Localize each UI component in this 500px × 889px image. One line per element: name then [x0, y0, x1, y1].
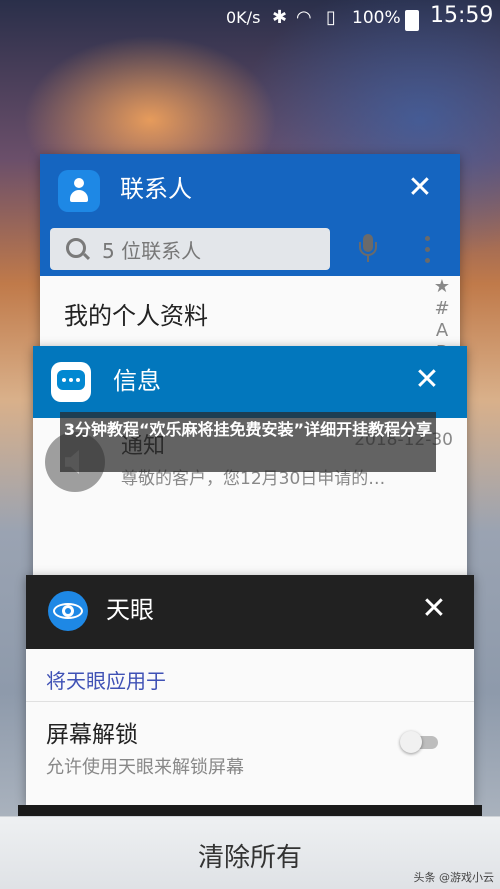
battery-percent: 100% — [352, 8, 401, 28]
mic-icon[interactable] — [358, 234, 378, 264]
section-header: 将天眼应用于 — [46, 669, 166, 693]
sim-icon: ▯ — [326, 7, 336, 28]
eye-app-icon — [48, 591, 88, 631]
person-icon — [70, 178, 88, 204]
index-letter[interactable]: ★ — [432, 276, 452, 298]
eye-pupil — [62, 605, 74, 617]
wifi-icon: ◠ — [296, 7, 312, 28]
search-input[interactable]: 5 位联系人 — [50, 228, 330, 270]
card-header: 信息 ✕ — [33, 346, 467, 418]
divider — [26, 701, 474, 702]
card-header: 联系人 ✕ — [40, 154, 460, 226]
close-icon[interactable]: ✕ — [409, 362, 445, 398]
app-title: 联系人 — [120, 175, 192, 203]
search-icon — [66, 238, 86, 258]
search-placeholder: 5 位联系人 — [102, 239, 202, 263]
contacts-app-icon — [58, 170, 100, 212]
app-title: 天眼 — [106, 596, 154, 624]
network-speed: 0K/s — [226, 8, 261, 27]
clear-all-button[interactable]: 清除所有 头条 @游戏小云 — [0, 816, 500, 889]
messages-app-icon — [51, 362, 91, 402]
setting-title[interactable]: 屏幕解锁 — [46, 715, 138, 749]
close-icon[interactable]: ✕ — [402, 170, 438, 206]
my-profile-row[interactable]: 我的个人资料 — [64, 296, 208, 331]
watermark: 头条 @游戏小云 — [413, 871, 495, 884]
battery-icon — [405, 10, 419, 31]
unlock-toggle[interactable] — [400, 727, 440, 757]
more-vert-icon[interactable] — [425, 236, 431, 264]
app-title: 信息 — [113, 367, 161, 395]
search-row: 5 位联系人 — [40, 226, 460, 276]
clock: 15:59 — [430, 3, 494, 28]
status-bar: 0K/s ✱ ◠ ▯ 100% 15:59 — [0, 0, 500, 36]
close-icon[interactable]: ✕ — [416, 591, 452, 627]
settings-body: 将天眼应用于 屏幕解锁 允许使用天眼来解锁屏幕 — [26, 649, 474, 805]
recent-card-tianyan[interactable]: 天眼 ✕ 将天眼应用于 屏幕解锁 允许使用天眼来解锁屏幕 — [26, 575, 474, 805]
setting-description: 允许使用天眼来解锁屏幕 — [46, 757, 244, 778]
index-letter[interactable]: # — [432, 298, 452, 320]
caption-overlay: 3分钟教程“欢乐麻将挂免费安装”详细开挂教程分享 — [60, 412, 436, 472]
bluetooth-icon: ✱ — [272, 7, 288, 28]
card-header: 天眼 ✕ — [26, 575, 474, 649]
chat-bubble-icon — [57, 370, 85, 390]
index-letter[interactable]: A — [432, 320, 452, 342]
